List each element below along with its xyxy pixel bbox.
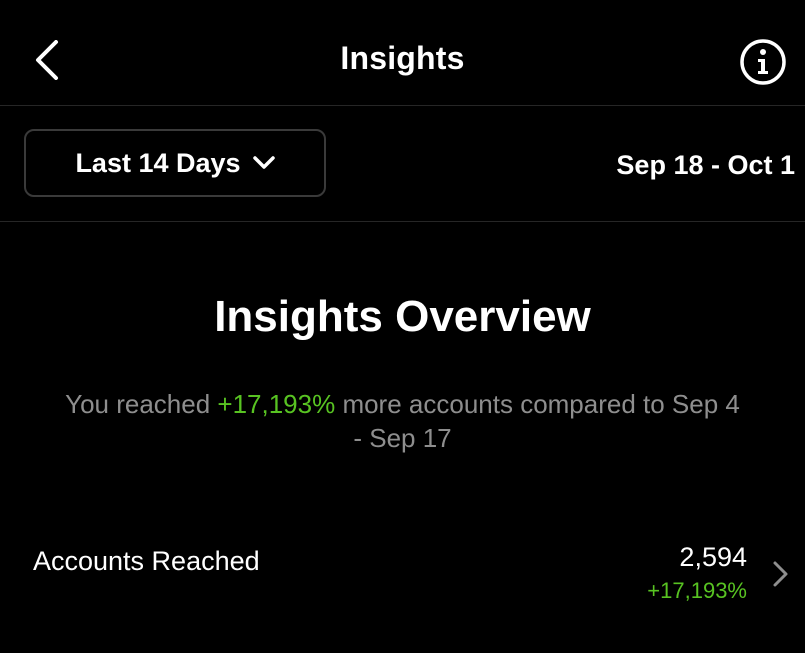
summary-suffix: more accounts compared to Sep 4 - Sep 17 xyxy=(335,389,740,453)
date-range-dropdown[interactable]: Last 14 Days xyxy=(24,129,326,197)
metric-value: 2,594 xyxy=(679,542,747,572)
date-range-text: Sep 18 - Oct 1 xyxy=(616,150,795,180)
accounts-reached-row[interactable]: Accounts Reached 2,594 +17,193% xyxy=(0,528,805,618)
chevron-down-icon xyxy=(252,156,275,169)
metric-label: Accounts Reached xyxy=(33,546,260,576)
info-button[interactable] xyxy=(738,37,788,87)
info-icon xyxy=(740,39,786,85)
overview-summary: You reached +17,193% more accounts compa… xyxy=(60,387,745,455)
summary-prefix: You reached xyxy=(65,389,218,419)
chevron-right-icon xyxy=(773,561,788,587)
date-range-dropdown-label: Last 14 Days xyxy=(75,147,241,178)
top-navigation-bar: Insights xyxy=(0,0,805,106)
overview-heading: Insights Overview xyxy=(214,292,591,341)
filter-bar: Last 14 Days Sep 18 - Oct 1 xyxy=(0,106,805,222)
page-title: Insights xyxy=(340,40,465,76)
summary-change: +17,193% xyxy=(217,389,336,419)
metric-change: +17,193% xyxy=(647,578,747,603)
